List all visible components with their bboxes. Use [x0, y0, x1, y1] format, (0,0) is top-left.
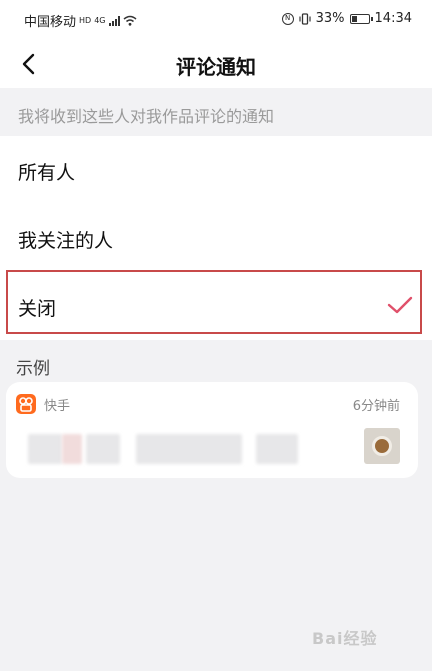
signal-icon [108, 15, 120, 26]
blurred-text [136, 434, 242, 464]
watermark: Bai经验 [312, 629, 378, 648]
blurred-text [62, 434, 82, 464]
option-everyone[interactable]: 所有人 [0, 136, 432, 204]
status-bar: 中国移动 HD 4G N 33% 14:34 [0, 0, 432, 40]
network-type-label: 4G [94, 15, 106, 25]
battery-percent: 33% [315, 11, 345, 26]
status-bar-left: 中国移动 HD 4G [24, 11, 137, 30]
option-label: 所有人 [18, 162, 76, 184]
option-label: 我关注的人 [18, 230, 114, 252]
nav-bar: 评论通知 [0, 40, 432, 88]
hd-icon: HD [79, 15, 92, 25]
thumbnail-image [364, 428, 400, 464]
example-notification-card: 快手 6分钟前 [6, 382, 418, 478]
blurred-text [86, 434, 120, 464]
kuaishou-app-icon [16, 394, 36, 414]
battery-icon [349, 13, 373, 24]
clock: 14:34 [374, 11, 412, 26]
notification-time: 6分钟前 [352, 399, 400, 414]
app-name: 快手 [44, 399, 71, 414]
vibrate-icon [299, 12, 311, 25]
section-hint: 我将收到这些人对我作品评论的通知 [0, 88, 432, 136]
example-title: 示例 [16, 359, 50, 379]
blurred-text [28, 434, 62, 464]
option-following[interactable]: 我关注的人 [0, 204, 432, 272]
status-bar-right: N 33% 14:34 [281, 11, 412, 26]
options-list: 所有人 我关注的人 关闭 [0, 136, 432, 340]
carrier-label: 中国移动 [24, 15, 77, 30]
page-title: 评论通知 [176, 55, 256, 79]
blurred-text [256, 434, 298, 464]
option-label: 关闭 [18, 298, 57, 320]
option-off[interactable]: 关闭 [0, 272, 432, 340]
wifi-icon [123, 15, 136, 26]
section-hint-text: 我将收到这些人对我作品评论的通知 [18, 107, 275, 126]
nfc-icon: N [281, 12, 294, 25]
checkmark-icon [387, 296, 413, 314]
